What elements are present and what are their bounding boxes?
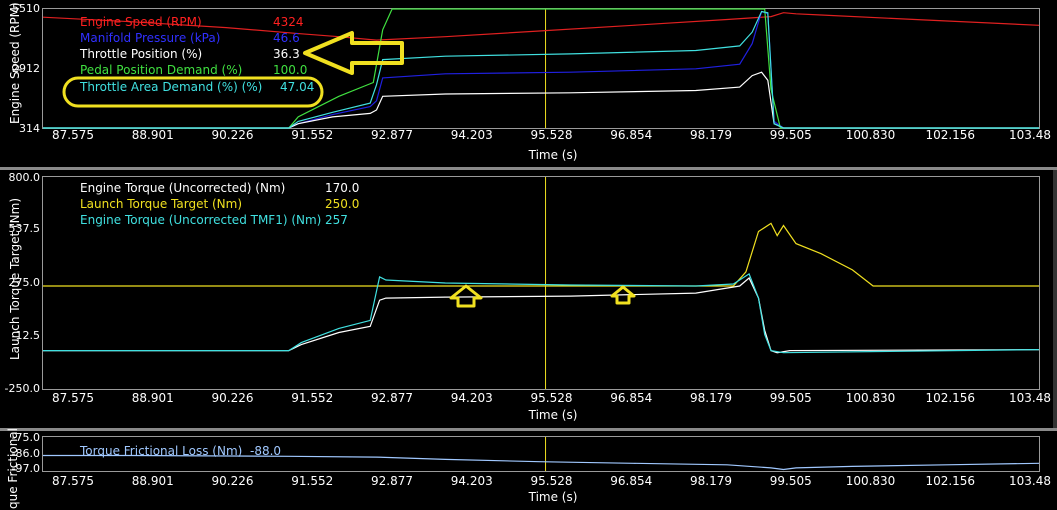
frictional-loss-panel: que Frictional -75.0 -86.0 -97.0 Torque … (0, 428, 1057, 510)
x-tick-label: 88.901 (131, 128, 174, 142)
x-tick-label: 98.179 (690, 391, 732, 405)
x-axis-title: Time (s) (528, 148, 578, 162)
x-tick-label: 103.48 (1009, 474, 1051, 488)
engine-speed-panel: Engine Speed (RPM) 5510 2912 314 Engine … (0, 0, 1057, 167)
x-tick-label: 92.877 (371, 474, 413, 488)
x-tick-label: 103.48 (1009, 391, 1051, 405)
x-tick-label: 102.156 (925, 391, 976, 405)
x-tick-label: 99.505 (769, 128, 812, 142)
y-tick-label: -75.0 (11, 431, 40, 444)
x-tick-label: 102.156 (925, 128, 976, 142)
x-tick-label: 96.854 (610, 128, 653, 142)
x-tick-label: 94.203 (450, 391, 493, 405)
x-tick-label: 96.854 (610, 391, 653, 405)
x-tick-label: 87.575 (52, 474, 94, 488)
x-tick-label: 92.877 (371, 128, 413, 142)
left-arrow-annotation (303, 31, 404, 75)
x-tick-label: 87.575 (52, 391, 94, 405)
x-tick-label: 98.179 (690, 474, 732, 488)
x-tick-label: 95.528 (530, 391, 573, 405)
y-tick-label: -86.0 (11, 447, 40, 460)
legend-item: Torque Frictional Loss (Nm) (80, 444, 242, 458)
x-tick-label: 91.552 (291, 128, 334, 142)
x-tick-label: 98.179 (690, 128, 732, 142)
x-tick-label: 91.552 (291, 391, 334, 405)
x-tick-label: 94.203 (450, 474, 493, 488)
x-tick-label: 95.528 (530, 474, 573, 488)
legend-value: -88.0 (250, 444, 281, 458)
x-tick-label: 90.226 (211, 391, 254, 405)
annotation-layer (449, 284, 636, 308)
up-arrow-annotation (610, 285, 636, 305)
x-tick-label: 88.901 (131, 474, 174, 488)
y-tick-label: -97.0 (11, 462, 40, 475)
right-scrollbar[interactable] (1053, 170, 1057, 428)
x-tick-label: 103.48 (1009, 128, 1051, 142)
x-tick-label: 91.552 (291, 474, 334, 488)
legend-label: Torque Frictional Loss (Nm) (80, 444, 243, 458)
x-tick-label: 100.830 (845, 391, 896, 405)
x-tick-label: 87.575 (52, 128, 94, 142)
x-tick-label: 94.203 (450, 128, 493, 142)
x-tick-label: 88.901 (131, 391, 174, 405)
launch-torque-panel: Launch Torque Target (Nm) 800.0 537.5 27… (0, 170, 1057, 428)
x-tick-label: 96.854 (610, 474, 653, 488)
x-tick-label: 92.877 (371, 391, 413, 405)
x-tick-label: 99.505 (769, 474, 812, 488)
x-axis-title: Time (s) (528, 490, 578, 504)
up-arrow-annotation (449, 284, 483, 308)
x-tick-label: 90.226 (211, 128, 254, 142)
x-tick-label: 100.830 (845, 474, 896, 488)
x-tick-label: 100.830 (845, 128, 896, 142)
x-tick-label: 102.156 (925, 474, 976, 488)
legend-value-text: -88.0 (250, 444, 282, 458)
highlight-ellipse-annotation (62, 76, 324, 108)
x-tick-label: 90.226 (211, 474, 254, 488)
x-tick-label: 99.505 (769, 391, 812, 405)
x-axis-title: Time (s) (528, 408, 578, 422)
x-tick-label: 95.528 (530, 128, 573, 142)
